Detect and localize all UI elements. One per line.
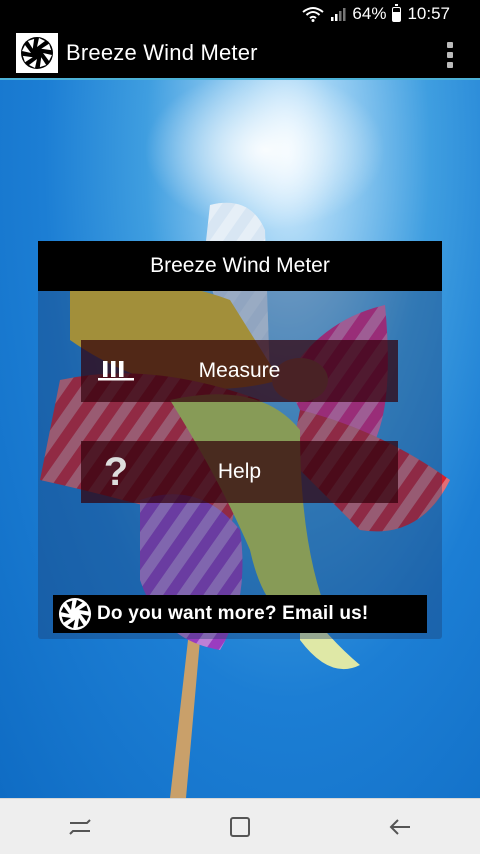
- meter-bars-icon: [81, 340, 151, 402]
- help-label: Help: [217, 460, 262, 483]
- recents-icon[interactable]: [60, 807, 100, 847]
- home-icon[interactable]: [220, 807, 260, 847]
- battery-percent: 64%: [352, 4, 387, 23]
- email-banner-text: Do you want more? Email us!: [97, 603, 369, 624]
- measure-button[interactable]: Measure: [81, 340, 398, 402]
- aperture-logo-icon: [53, 595, 97, 633]
- question-icon: ?: [103, 449, 129, 494]
- main-menu-card: Breeze Wind Meter Measure ? Help Do you …: [38, 241, 442, 639]
- signal-icon: [330, 6, 346, 22]
- app-title: Breeze Wind Meter: [66, 40, 258, 65]
- battery-icon: [392, 3, 402, 22]
- email-us-banner[interactable]: Do you want more? Email us!: [53, 595, 427, 633]
- aperture-logo-icon: [16, 33, 58, 73]
- measure-label: Measure: [198, 359, 281, 382]
- status-bar: 64% 10:57: [0, 0, 480, 28]
- card-title: Breeze Wind Meter: [38, 241, 442, 291]
- wifi-icon: [302, 6, 325, 22]
- app-bar: Breeze Wind Meter: [0, 28, 480, 80]
- system-nav-bar: [0, 798, 480, 854]
- clock: 10:57: [407, 4, 450, 23]
- back-icon[interactable]: [380, 807, 420, 847]
- overflow-menu-icon[interactable]: [446, 42, 454, 68]
- help-button[interactable]: ? Help: [81, 441, 398, 503]
